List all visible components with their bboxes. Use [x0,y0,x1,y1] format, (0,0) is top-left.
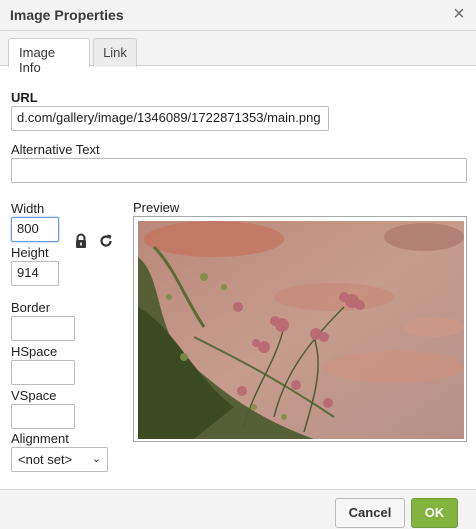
hspace-input[interactable] [11,360,75,385]
alignment-select[interactable]: <not set> ⌄ [11,447,108,472]
alt-text-label: Alternative Text [11,142,100,157]
preview-pane [133,216,467,442]
hspace-label: HSpace [11,344,58,359]
alt-text-input[interactable] [11,158,467,183]
lock-icon[interactable] [73,233,89,249]
dialog-title: Image Properties [10,7,124,23]
tab-link[interactable]: Link [93,38,137,67]
height-input[interactable]: 914 [11,261,59,286]
tab-image-info[interactable]: Image Info [8,38,90,75]
border-label: Border [11,300,51,315]
alignment-value: <not set> [18,452,73,467]
dialog-titlebar: Image Properties × [0,0,476,31]
alignment-label: Alignment [11,431,69,446]
border-input[interactable] [11,316,75,341]
height-label: Height [11,245,49,260]
preview-image [134,217,466,441]
preview-label: Preview [133,200,180,215]
url-label: URL [11,90,38,105]
cancel-button[interactable]: Cancel [335,498,405,528]
close-icon[interactable]: × [450,4,468,24]
ok-button[interactable]: OK [411,498,458,528]
tab-bar: Image Info Link [0,31,476,75]
width-label: Width [11,201,45,216]
url-input[interactable]: d.com/gallery/image/1346089/1722871353/m… [11,106,329,131]
chevron-down-icon: ⌄ [91,453,101,465]
dialog-footer: Cancel OK [0,489,476,529]
vspace-input[interactable] [11,404,75,429]
vspace-label: VSpace [11,388,57,403]
width-input[interactable]: 800 [11,217,59,242]
reset-size-icon[interactable] [98,233,114,249]
